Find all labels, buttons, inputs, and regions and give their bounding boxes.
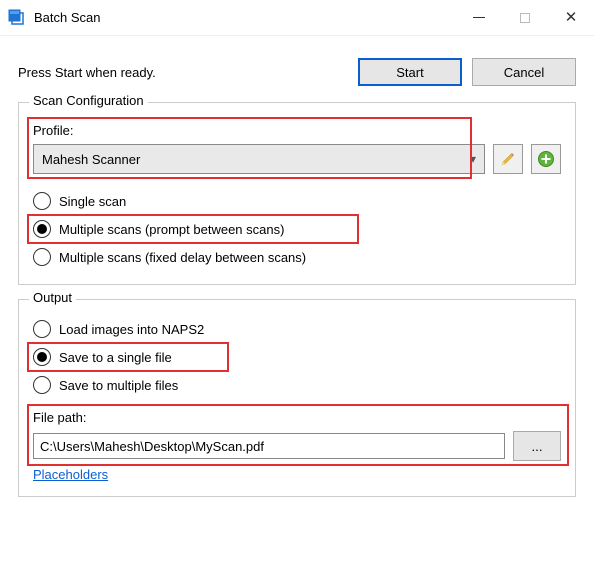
radio-label: Multiple scans (prompt between scans) [59,222,284,237]
radio-label: Save to multiple files [59,378,178,393]
output-group: Output Load images into NAPS2 Save to a … [18,299,576,497]
radio-icon [33,248,51,266]
radio-label: Save to a single file [59,350,172,365]
radio-label: Single scan [59,194,126,209]
radio-icon [33,192,51,210]
radio-multiple-delay[interactable]: Multiple scans (fixed delay between scan… [33,248,561,266]
pencil-icon [500,151,516,167]
scan-config-legend: Scan Configuration [29,93,148,108]
window-title: Batch Scan [34,10,101,25]
minimize-button[interactable] [456,3,502,33]
radio-label: Load images into NAPS2 [59,322,204,337]
placeholders-link[interactable]: Placeholders [33,467,108,482]
radio-icon [33,220,51,238]
radio-single-scan[interactable]: Single scan [33,192,561,210]
maximize-button[interactable] [502,3,548,33]
add-icon [537,150,555,168]
radio-icon [33,348,51,366]
scan-config-group: Scan Configuration Profile: Mahesh Scann… [18,102,576,285]
radio-save-single[interactable]: Save to a single file [33,348,172,366]
close-button[interactable]: ✕ [548,3,594,33]
add-profile-button[interactable] [531,144,561,174]
edit-profile-button[interactable] [493,144,523,174]
dialog-content: Press Start when ready. Start Cancel Sca… [0,36,594,497]
titlebar: Batch Scan ✕ [0,0,594,36]
prompt-text: Press Start when ready. [18,65,358,80]
app-icon [8,9,26,27]
radio-load-naps2[interactable]: Load images into NAPS2 [33,320,561,338]
profile-select-value: Mahesh Scanner [42,152,470,167]
filepath-input[interactable] [33,433,505,459]
profile-select[interactable]: Mahesh Scanner ▾ [33,144,485,174]
profile-label: Profile: [33,123,561,138]
radio-multiple-prompt[interactable]: Multiple scans (prompt between scans) [33,220,284,238]
radio-label: Multiple scans (fixed delay between scan… [59,250,306,265]
radio-icon [33,320,51,338]
cancel-button[interactable]: Cancel [472,58,576,86]
output-legend: Output [29,290,76,305]
radio-save-multiple[interactable]: Save to multiple files [33,376,561,394]
browse-button[interactable]: ... [513,431,561,461]
chevron-down-icon: ▾ [470,152,476,166]
start-button[interactable]: Start [358,58,462,86]
top-row: Press Start when ready. Start Cancel [18,58,576,86]
radio-icon [33,376,51,394]
filepath-label: File path: [33,410,561,425]
